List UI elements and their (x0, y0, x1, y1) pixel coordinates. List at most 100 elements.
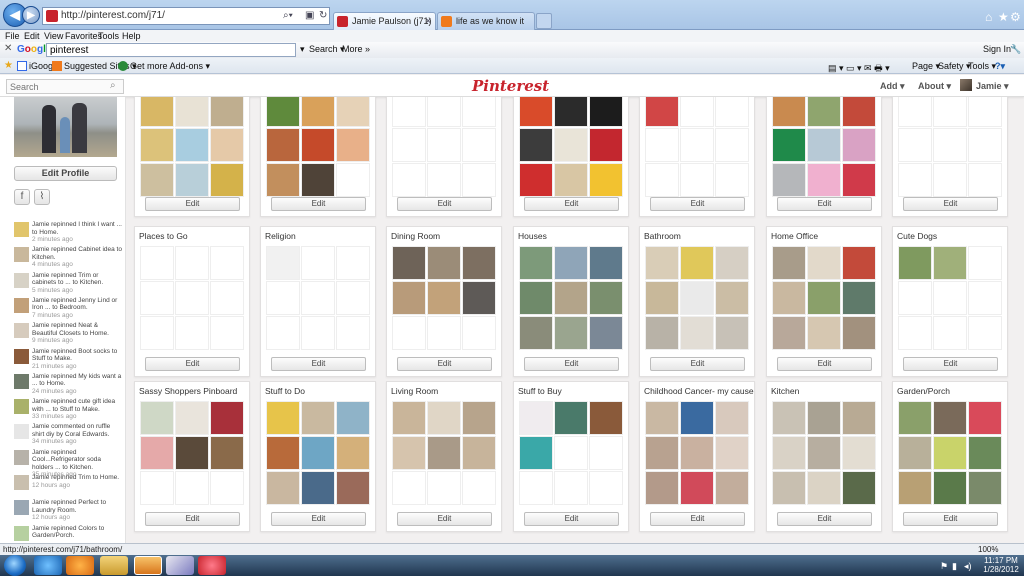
activity-item[interactable]: Jamie repinned cute gift idea with ... t… (14, 398, 122, 423)
page-menu[interactable]: Page ▾ (912, 61, 940, 72)
outlook-icon[interactable] (134, 556, 162, 575)
activity-thumbnail[interactable] (14, 323, 29, 339)
pin-thumbnail[interactable] (933, 436, 967, 470)
board-edit-button[interactable]: Edit (777, 512, 872, 526)
pin-thumbnail[interactable] (210, 163, 244, 197)
activity-item[interactable]: Jamie repinned Boot socks to Stuff to Ma… (14, 348, 122, 373)
activity-thumbnail[interactable] (14, 373, 29, 389)
pin-thumbnail[interactable] (842, 97, 876, 127)
pin-thumbnail[interactable] (210, 128, 244, 162)
board-thumbnails[interactable] (519, 97, 623, 197)
pin-thumbnail[interactable] (554, 97, 588, 127)
board-title[interactable]: Garden/Porch (897, 386, 950, 396)
menu-favorites[interactable]: Favorites (65, 30, 102, 42)
facebook-icon[interactable]: f (14, 189, 30, 205)
pin-thumbnail[interactable] (301, 436, 335, 470)
pin-thumbnail[interactable] (140, 246, 174, 280)
activity-thumbnail[interactable] (14, 222, 29, 237)
pin-thumbnail[interactable] (715, 316, 749, 350)
activity-thumbnail[interactable] (14, 500, 29, 516)
pin-thumbnail[interactable] (462, 436, 496, 470)
pin-thumbnail[interactable] (589, 436, 623, 470)
pin-thumbnail[interactable] (898, 246, 932, 280)
board-card[interactable]: Cute Dogs Edit (892, 226, 1008, 377)
volume-icon[interactable]: ◂) (964, 561, 972, 572)
pin-thumbnail[interactable] (680, 163, 714, 197)
address-bar[interactable]: http://pinterest.com/j71/ ⌕▾ ▣ ↻ (42, 7, 330, 25)
pin-thumbnail[interactable] (140, 97, 174, 127)
board-edit-button[interactable]: Edit (145, 512, 240, 526)
home-icon[interactable]: ⌂ (985, 10, 992, 24)
pin-thumbnail[interactable] (336, 246, 370, 280)
pin-thumbnail[interactable] (645, 471, 679, 505)
app-heart-icon[interactable] (198, 556, 226, 575)
pin-thumbnail[interactable] (301, 163, 335, 197)
board-card[interactable]: Home Office Edit (766, 226, 882, 377)
pin-thumbnail[interactable] (266, 163, 300, 197)
pin-thumbnail[interactable] (933, 246, 967, 280)
board-edit-button[interactable]: Edit (650, 357, 745, 371)
activity-item[interactable]: Jamie repinned Cool...Refrigerator soda … (14, 449, 122, 478)
ie-taskbar-icon[interactable] (34, 556, 62, 575)
activity-item[interactable]: Jamie commented on ruffle shirt diy by C… (14, 423, 122, 448)
pin-thumbnail[interactable] (807, 163, 841, 197)
pin-thumbnail[interactable] (968, 401, 1002, 435)
board-title[interactable]: Religion (265, 231, 296, 241)
pin-thumbnail[interactable] (772, 471, 806, 505)
pin-thumbnail[interactable] (842, 163, 876, 197)
board-card[interactable]: Bathroom Edit (639, 226, 755, 377)
google-search-input[interactable] (46, 43, 296, 57)
flag-icon[interactable]: ⚑ (940, 561, 948, 572)
pin-thumbnail[interactable] (462, 281, 496, 315)
pin-thumbnail[interactable] (772, 97, 806, 127)
pin-thumbnail[interactable] (715, 471, 749, 505)
pin-thumbnail[interactable] (554, 128, 588, 162)
pin-thumbnail[interactable] (680, 401, 714, 435)
pin-thumbnail[interactable] (554, 471, 588, 505)
board-edit-button[interactable]: Edit (777, 197, 872, 211)
pin-thumbnail[interactable] (519, 128, 553, 162)
board-card[interactable]: Edit (386, 97, 502, 217)
compat-view-icon[interactable]: ▣ (305, 8, 314, 24)
board-card[interactable]: Places to Go Edit (134, 226, 250, 377)
help-icon[interactable]: ?▾ (995, 61, 1005, 72)
pin-thumbnail[interactable] (266, 471, 300, 505)
board-edit-button[interactable]: Edit (145, 197, 240, 211)
google-signin-link[interactable]: Sign In (983, 44, 1011, 54)
search-dropdown-icon[interactable]: ⌕▾ (283, 8, 293, 24)
pin-thumbnail[interactable] (715, 401, 749, 435)
refresh-icon[interactable]: ↻ (319, 8, 327, 24)
activity-item[interactable]: Jamie repinned Cabinet idea to Kitchen. 4… (14, 246, 122, 271)
pin-thumbnail[interactable] (715, 128, 749, 162)
activity-item[interactable]: Jamie repinned Perfect to Laundry Room. 1… (14, 499, 122, 524)
pin-thumbnail[interactable] (427, 401, 461, 435)
pin-thumbnail[interactable] (772, 128, 806, 162)
pin-thumbnail[interactable] (210, 281, 244, 315)
activity-thumbnail[interactable] (14, 247, 29, 263)
add-menu[interactable]: Add ▾ (880, 81, 905, 92)
board-thumbnails[interactable] (266, 97, 370, 197)
google-more-button[interactable]: More » (342, 44, 370, 54)
favorites-star-icon[interactable]: ★ (4, 60, 14, 71)
activity-item[interactable]: Jamie repinned Colors to Garden/Porch. (14, 525, 122, 543)
pin-thumbnail[interactable] (266, 316, 300, 350)
board-card[interactable]: Edit (766, 97, 882, 217)
pin-thumbnail[interactable] (772, 163, 806, 197)
pin-thumbnail[interactable] (462, 128, 496, 162)
board-card[interactable]: Edit (260, 97, 376, 217)
activity-thumbnail[interactable] (14, 399, 29, 415)
safety-menu[interactable]: Safety ▾ (938, 61, 971, 72)
pin-thumbnail[interactable] (589, 163, 623, 197)
pin-thumbnail[interactable] (392, 246, 426, 280)
pin-thumbnail[interactable] (968, 436, 1002, 470)
pin-thumbnail[interactable] (427, 436, 461, 470)
pin-thumbnail[interactable] (680, 316, 714, 350)
pin-thumbnail[interactable] (842, 436, 876, 470)
board-edit-button[interactable]: Edit (397, 357, 492, 371)
board-thumbnails[interactable] (266, 246, 370, 350)
board-thumbnails[interactable] (898, 246, 1002, 350)
board-card[interactable]: Garden/Porch Edit (892, 381, 1008, 532)
board-thumbnails[interactable] (140, 97, 244, 197)
pin-thumbnail[interactable] (519, 97, 553, 127)
edit-profile-button[interactable]: Edit Profile (14, 166, 117, 181)
